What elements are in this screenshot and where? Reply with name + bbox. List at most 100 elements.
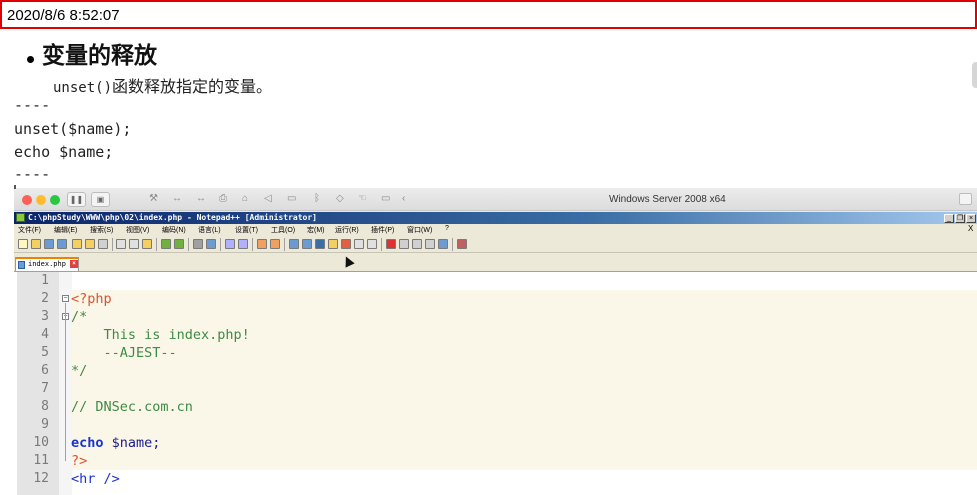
separator-line: ---- xyxy=(14,96,51,114)
folder-workspace-icon[interactable] xyxy=(367,239,377,249)
menu-file[interactable]: 文件(F) xyxy=(18,225,41,235)
new-file-icon[interactable] xyxy=(18,239,28,249)
print-icon[interactable] xyxy=(98,239,108,249)
copy-icon[interactable] xyxy=(129,239,139,249)
function-list-icon[interactable] xyxy=(354,239,364,249)
menu-tools[interactable]: 工具(O) xyxy=(271,225,295,235)
toolbar-divider xyxy=(156,238,157,251)
code-line: echo $name; xyxy=(71,434,160,452)
redo-icon[interactable] xyxy=(174,239,184,249)
line-number: 10 xyxy=(33,435,49,450)
cut-icon[interactable] xyxy=(116,239,126,249)
speaker-icon[interactable]: ◁ xyxy=(264,193,272,204)
bullet-dot xyxy=(27,56,34,63)
code-line: /* xyxy=(71,308,87,326)
usb-icon[interactable]: ⌂ xyxy=(242,193,248,204)
menu-edit[interactable]: 编辑(E) xyxy=(54,225,77,235)
toolbar-divider xyxy=(188,238,189,251)
menu-window[interactable]: 窗口(W) xyxy=(407,225,432,235)
stop-macro-icon[interactable] xyxy=(399,239,409,249)
file-saved-icon xyxy=(18,261,25,269)
close-light-icon[interactable] xyxy=(22,195,32,205)
line-number: 12 xyxy=(33,471,49,486)
line-number: 7 xyxy=(41,381,49,396)
minimize-light-icon[interactable] xyxy=(36,195,46,205)
fold-collapse-icon[interactable]: − xyxy=(62,295,69,302)
code-line: // DNSec.com.cn xyxy=(71,398,193,416)
menu-help[interactable]: ? xyxy=(445,225,449,232)
code-line: --AJEST-- xyxy=(71,344,177,362)
save-all-icon[interactable] xyxy=(57,239,67,249)
sync-h-icon[interactable] xyxy=(270,239,280,249)
shield-icon[interactable]: ◇ xyxy=(336,193,344,204)
bluetooth-icon[interactable]: ᛒ xyxy=(314,193,320,204)
minimize-icon[interactable]: _ xyxy=(944,214,954,223)
code-token: <?php xyxy=(71,291,112,307)
menu-search[interactable]: 搜索(S) xyxy=(90,225,113,235)
tab-label: index.php xyxy=(28,260,66,268)
code-line: ?> xyxy=(71,452,87,470)
menu-view[interactable]: 视图(V) xyxy=(126,225,149,235)
open-file-icon[interactable] xyxy=(31,239,41,249)
line-number: 11 xyxy=(33,453,49,468)
tab-index-php[interactable]: index.php × xyxy=(15,257,79,271)
printer-icon[interactable]: ⎙ xyxy=(219,193,227,204)
chevron-left-icon[interactable]: ‹ xyxy=(402,193,405,204)
wrench-icon[interactable]: ⚒ xyxy=(149,193,158,204)
maximize-light-icon[interactable] xyxy=(50,195,60,205)
line-number: 2 xyxy=(41,291,49,306)
menu-encoding[interactable]: 编码(N) xyxy=(162,225,186,235)
doc-map-icon[interactable] xyxy=(341,239,351,249)
arrows-icon[interactable]: ↔ xyxy=(172,193,182,204)
close-icon[interactable]: × xyxy=(966,214,976,223)
code-line-echo: echo $name; xyxy=(14,143,114,161)
all-chars-icon[interactable] xyxy=(302,239,312,249)
menu-macro[interactable]: 宏(M) xyxy=(307,225,325,235)
window-restore-icon[interactable] xyxy=(959,193,972,205)
side-scroll-handle[interactable] xyxy=(972,62,977,88)
menu-close-button[interactable]: X xyxy=(968,224,973,233)
undo-icon[interactable] xyxy=(161,239,171,249)
close-all-icon[interactable] xyxy=(85,239,95,249)
line-number: 8 xyxy=(41,399,49,414)
hand-icon[interactable]: ☜ xyxy=(358,193,367,204)
find-icon[interactable] xyxy=(193,239,203,249)
display-icon[interactable]: ▭ xyxy=(381,193,390,204)
snapshot-icon[interactable]: ▣ xyxy=(91,192,110,207)
timestamp-box: 2020/8/6 8:52:07 xyxy=(0,0,977,29)
code-token: <hr /> xyxy=(71,471,120,487)
save-icon[interactable] xyxy=(44,239,54,249)
code-editor[interactable]: 1 2 <?php 3/* 4 This is index.php! 5 --AJEST-… xyxy=(14,271,977,495)
record-macro-icon[interactable] xyxy=(386,239,396,249)
line-number: 6 xyxy=(41,363,49,378)
arrows-icon[interactable]: ↔ xyxy=(196,193,206,204)
word-wrap-icon[interactable] xyxy=(289,239,299,249)
sync-v-icon[interactable] xyxy=(257,239,267,249)
pause-icon[interactable]: ❚❚ xyxy=(67,192,86,207)
spellcheck-icon[interactable] xyxy=(457,239,467,249)
menu-plugins[interactable]: 插件(P) xyxy=(371,225,394,235)
zoom-in-icon[interactable] xyxy=(225,239,235,249)
npp-window-buttons: _ ❐ × xyxy=(943,213,976,223)
menu-settings[interactable]: 设置(T) xyxy=(235,225,258,235)
vm-title: Windows Server 2008 x64 xyxy=(609,194,726,205)
tab-close-icon[interactable]: × xyxy=(70,260,78,268)
code-line: This is index.php! xyxy=(71,326,250,344)
play-macro-icon[interactable] xyxy=(412,239,422,249)
replace-icon[interactable] xyxy=(206,239,216,249)
indent-guide-icon[interactable] xyxy=(315,239,325,249)
udl-icon[interactable] xyxy=(328,239,338,249)
zoom-out-icon[interactable] xyxy=(238,239,248,249)
menu-language[interactable]: 语言(L) xyxy=(198,225,221,235)
paste-icon[interactable] xyxy=(142,239,152,249)
camera-icon[interactable]: ▭ xyxy=(287,193,296,204)
npp-tabbar: index.php × xyxy=(14,254,977,271)
save-macro-icon[interactable] xyxy=(438,239,448,249)
restore-icon[interactable]: ❐ xyxy=(955,214,965,223)
code-token: // DNSec.com.cn xyxy=(71,399,193,415)
menu-run[interactable]: 运行(R) xyxy=(335,225,359,235)
line-number: 4 xyxy=(41,327,49,342)
run-macro-multiple-icon[interactable] xyxy=(425,239,435,249)
close-file-icon[interactable] xyxy=(72,239,82,249)
npp-toolbar xyxy=(14,236,977,253)
